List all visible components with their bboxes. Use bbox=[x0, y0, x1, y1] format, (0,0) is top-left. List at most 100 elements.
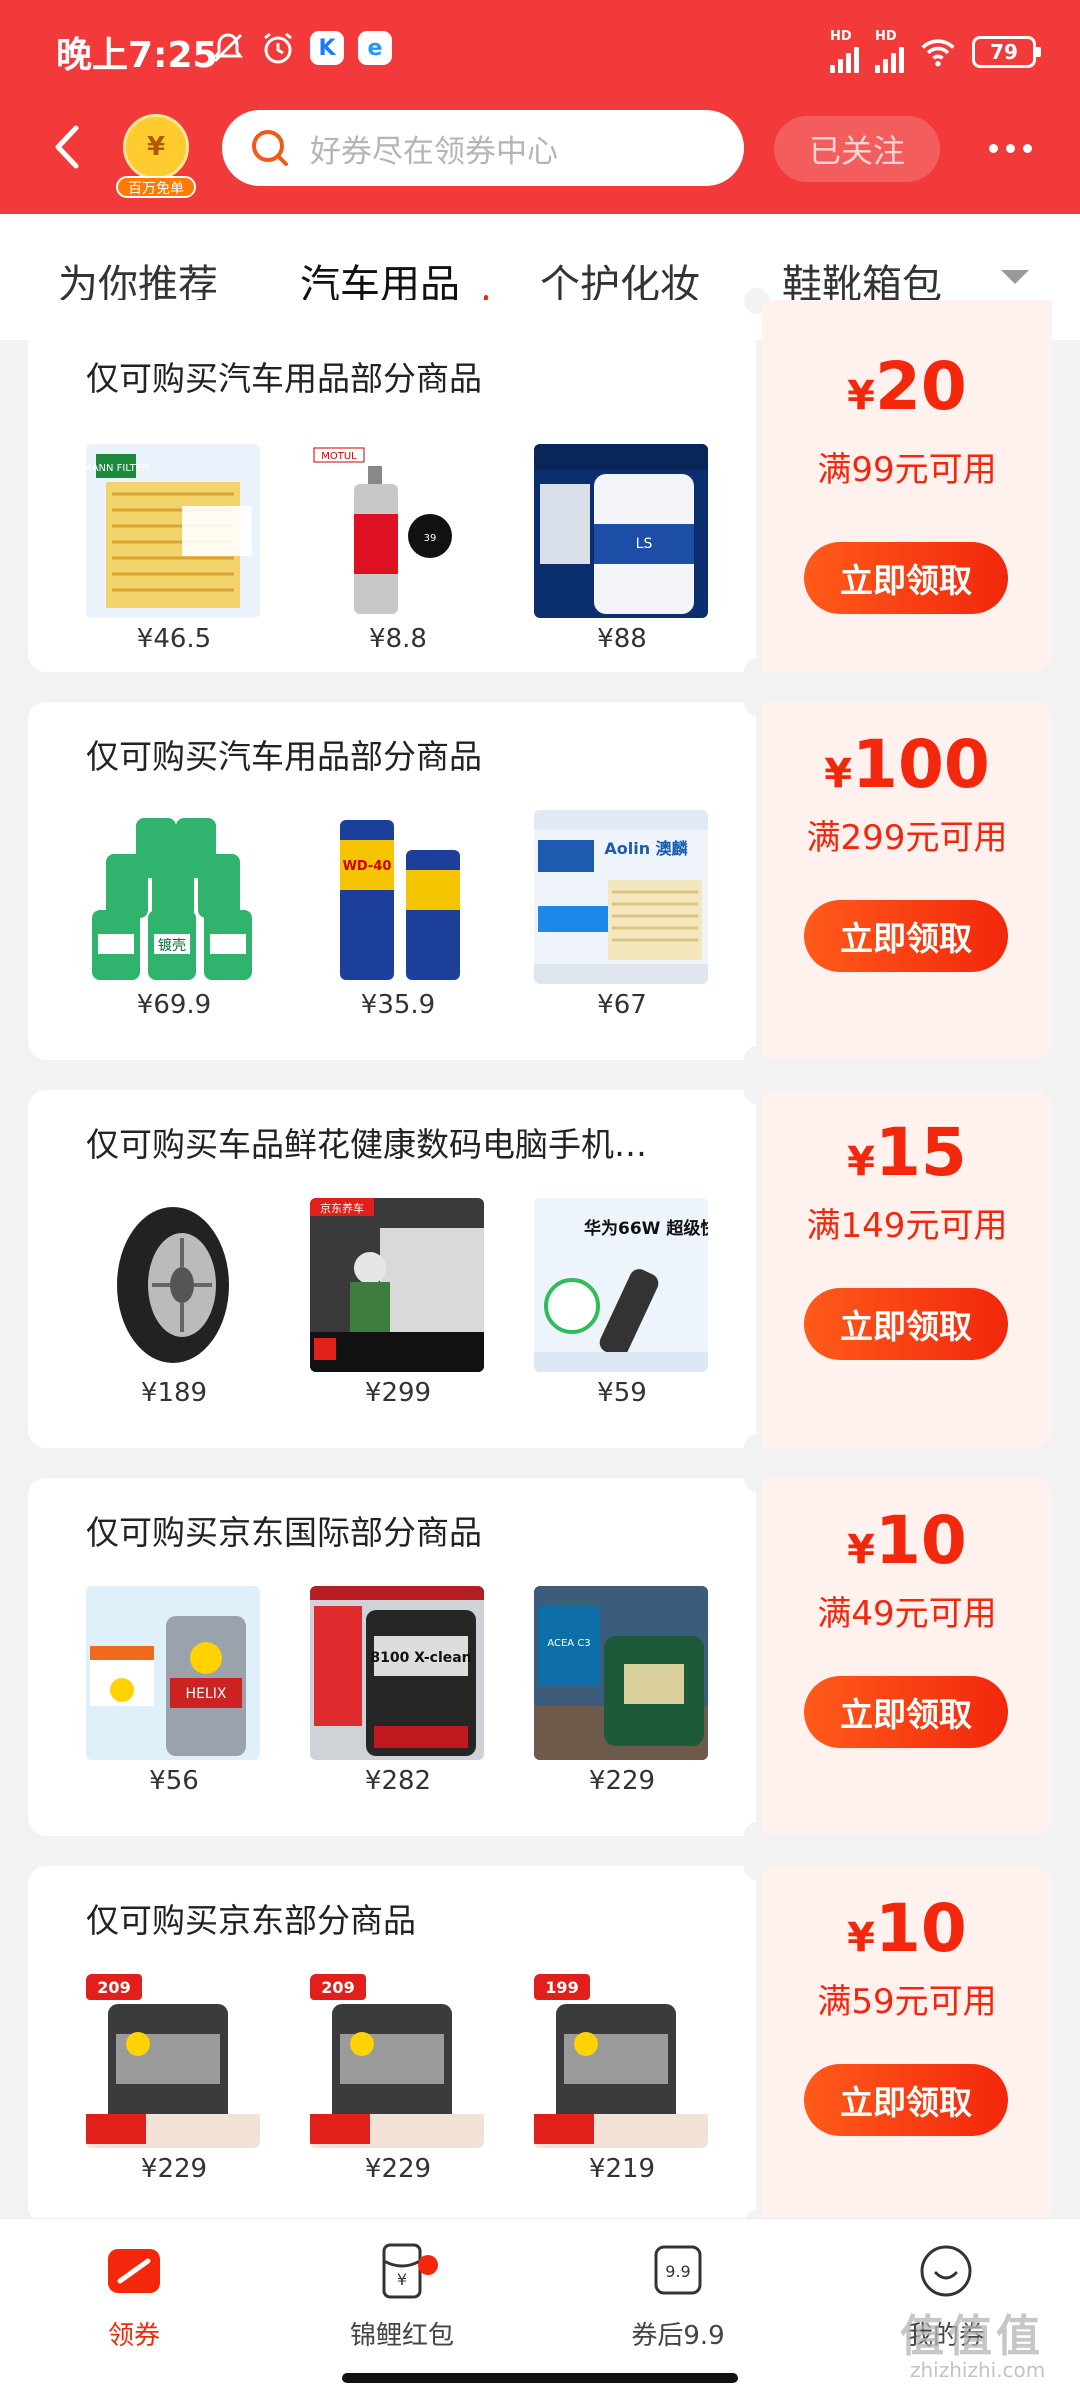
follow-button[interactable]: 已关注 bbox=[774, 116, 940, 182]
product-brand: LS bbox=[636, 536, 653, 552]
coupon-amount: ¥10 bbox=[847, 1502, 967, 1579]
product-item[interactable]: 8100 X-clean ¥282 bbox=[310, 1586, 486, 1796]
product-item[interactable]: 209 ¥229 bbox=[86, 1974, 262, 2184]
product-price: ¥189 bbox=[140, 1378, 208, 1408]
wifi-icon bbox=[920, 34, 956, 70]
nav-red-packet[interactable]: ¥ 锦鲤红包 bbox=[302, 2241, 502, 2352]
status-icons-left: K e bbox=[210, 30, 392, 66]
claim-coupon-button[interactable]: 立即领取 bbox=[804, 1288, 1008, 1360]
product-item[interactable]: ¥189 bbox=[86, 1198, 262, 1408]
coupon-title: 仅可购买车品鲜花健康数码电脑手机… bbox=[86, 1125, 647, 1164]
coupon-icon bbox=[108, 2249, 160, 2293]
coupon-value-panel: ¥20 满99元可用 立即领取 bbox=[762, 300, 1052, 672]
product-image: 199 bbox=[534, 1974, 708, 2148]
mascot-coin-icon: ¥ bbox=[123, 114, 189, 180]
product-item[interactable]: 镀壳 ¥69.9 bbox=[86, 810, 262, 1020]
nav-price-99[interactable]: 9.9 券后9.9 bbox=[578, 2241, 778, 2352]
coupon-title: 仅可购买京东国际部分商品 bbox=[86, 1513, 482, 1552]
product-brand: 199 bbox=[545, 1978, 578, 1997]
my-coupon-icon bbox=[920, 2245, 972, 2297]
claim-coupon-button[interactable]: 立即领取 bbox=[804, 900, 1008, 972]
product-image: 华为66W 超级快充 bbox=[534, 1198, 708, 1372]
cell-signal-1-icon: HD bbox=[830, 30, 859, 73]
hd-label-1: HD bbox=[830, 29, 852, 44]
coupon-card: 仅可购买汽车用品部分商品 MANN FILTER ¥46.5 MOTUL 39 ¥… bbox=[28, 288, 1052, 684]
product-item[interactable]: Aolin 澳麟 ¥67 bbox=[534, 810, 710, 1020]
coupon-condition: 满99元可用 bbox=[817, 450, 997, 490]
product-price: ¥35.9 bbox=[360, 990, 436, 1020]
free-order-mascot[interactable]: ¥ 百万免单 bbox=[116, 114, 196, 198]
product-item[interactable]: 209 ¥229 bbox=[310, 1974, 486, 2184]
search-input[interactable]: 好券尽在领券中心 bbox=[222, 110, 744, 186]
product-image: LS bbox=[534, 444, 708, 618]
status-icons-right: HD HD 79 bbox=[830, 29, 1041, 73]
product-item[interactable]: 京东养车 ¥299 bbox=[310, 1198, 486, 1408]
product-image: WD-40 bbox=[310, 810, 484, 984]
product-price: ¥229 bbox=[588, 1766, 656, 1796]
coupon-amount-value: 100 bbox=[852, 726, 990, 803]
product-image: 8100 X-clean bbox=[310, 1586, 484, 1760]
coupon-condition: 满149元可用 bbox=[806, 1206, 1008, 1246]
product-image bbox=[86, 1198, 260, 1372]
product-item[interactable]: 华为66W 超级快充 ¥59 bbox=[534, 1198, 710, 1408]
product-brand: ACEA C3 bbox=[547, 1638, 590, 1649]
product-brand: WD-40 bbox=[343, 859, 392, 874]
product-item[interactable]: WD-40 ¥35.9 bbox=[310, 810, 486, 1020]
nav-row: ¥ 百万免单 好券尽在领券中心 已关注 bbox=[0, 106, 1080, 198]
product-image: Aolin 澳麟 bbox=[534, 810, 708, 984]
back-button[interactable] bbox=[42, 122, 92, 172]
coupon-products: 仅可购买汽车用品部分商品 MANN FILTER ¥46.5 MOTUL 39 ¥… bbox=[28, 288, 770, 684]
product-price: ¥282 bbox=[364, 1766, 432, 1796]
product-price: ¥69.9 bbox=[136, 990, 212, 1020]
coupon-value-panel: ¥10 满59元可用 立即领取 bbox=[762, 1866, 1052, 2224]
claim-coupon-button[interactable]: 立即领取 bbox=[804, 542, 1008, 614]
search-placeholder: 好券尽在领券中心 bbox=[310, 133, 558, 170]
coupon-value-panel: ¥100 满299元可用 立即领取 bbox=[762, 702, 1052, 1060]
product-price: ¥299 bbox=[364, 1378, 432, 1408]
product-price: ¥229 bbox=[140, 2154, 208, 2184]
product-brand: 8100 X-clean bbox=[370, 1650, 471, 1666]
product-price: ¥59 bbox=[597, 1378, 647, 1408]
product-price: ¥56 bbox=[149, 1766, 199, 1796]
home-indicator[interactable] bbox=[342, 2373, 738, 2383]
coupon-card: 仅可购买汽车用品部分商品 镀壳 ¥69.9 WD-40 ¥35.9 Aolin … bbox=[28, 690, 1052, 1072]
product-item[interactable]: ACEA C3 ¥229 bbox=[534, 1586, 710, 1796]
coupon-amount-value: 10 bbox=[874, 1502, 967, 1579]
more-options-button[interactable] bbox=[980, 120, 1040, 176]
product-item[interactable]: MANN FILTER ¥46.5 bbox=[86, 444, 262, 654]
battery-icon: 79 bbox=[972, 35, 1041, 68]
chevron-down-icon[interactable] bbox=[995, 262, 1035, 292]
product-item[interactable]: MOTUL 39 ¥8.8 bbox=[310, 444, 486, 654]
coupon-value-panel: ¥15 满149元可用 立即领取 bbox=[762, 1090, 1052, 1448]
product-item[interactable]: 199 ¥219 bbox=[534, 1974, 710, 2184]
claim-coupon-button[interactable]: 立即领取 bbox=[804, 1676, 1008, 1748]
product-brand: Aolin 澳麟 bbox=[604, 839, 688, 858]
nav-coupons[interactable]: 领券 bbox=[34, 2241, 234, 2352]
coupon-condition: 满59元可用 bbox=[817, 1982, 997, 2022]
product-brand: HELIX bbox=[186, 1686, 227, 1702]
product-item[interactable]: HELIX ¥56 bbox=[86, 1586, 262, 1796]
status-bar: 晚上7:25 K e HD HD 79 bbox=[0, 0, 1080, 100]
product-brand: 华为66W 超级快充 bbox=[584, 1218, 708, 1239]
claim-coupon-button[interactable]: 立即领取 bbox=[804, 2064, 1008, 2136]
product-brand: 209 bbox=[97, 1978, 130, 1997]
coupon-products: 仅可购买车品鲜花健康数码电脑手机… ¥189 京东养车 ¥299 华为66W 超… bbox=[28, 1078, 770, 1460]
hd-label-2: HD bbox=[875, 29, 897, 44]
coupon-title: 仅可购买汽车用品部分商品 bbox=[86, 359, 482, 398]
coupon-products: 仅可购买汽车用品部分商品 镀壳 ¥69.9 WD-40 ¥35.9 Aolin … bbox=[28, 690, 770, 1072]
product-price: ¥88 bbox=[597, 624, 647, 654]
watermark: 值值值 bbox=[900, 2311, 1044, 2362]
nav-label: 锦鲤红包 bbox=[349, 2321, 454, 2351]
product-brand: 209 bbox=[321, 1978, 354, 1997]
app-k-icon: K bbox=[310, 31, 344, 65]
product-item[interactable]: LS ¥88 bbox=[534, 444, 710, 654]
coupon-title: 仅可购买汽车用品部分商品 bbox=[86, 737, 482, 776]
product-image: MANN FILTER bbox=[86, 444, 260, 618]
product-image: 209 bbox=[310, 1974, 484, 2148]
coupon-products: 仅可购买京东国际部分商品 HELIX ¥56 8100 X-clean ¥282… bbox=[28, 1466, 770, 1848]
product-image: MOTUL 39 bbox=[310, 444, 484, 618]
status-time: 晚上7:25 bbox=[56, 35, 218, 76]
product-brand: MANN FILTER bbox=[86, 463, 149, 474]
coupon-card: 仅可购买京东国际部分商品 HELIX ¥56 8100 X-clean ¥282… bbox=[28, 1466, 1052, 1848]
header: 晚上7:25 K e HD HD 79 ¥ 百万免单 好券尽在领券中心 已关注 bbox=[0, 0, 1080, 214]
